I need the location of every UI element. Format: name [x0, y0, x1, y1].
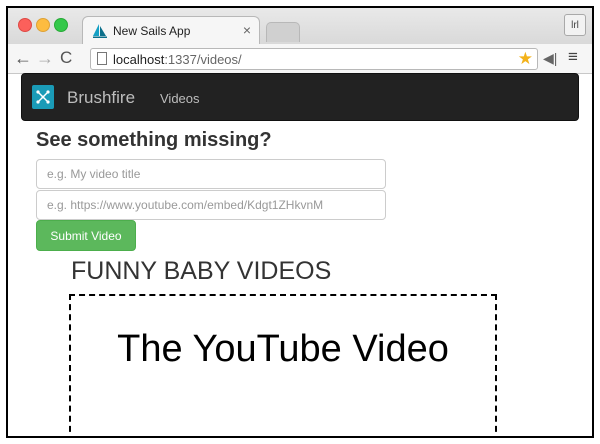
submit-video-button[interactable]: Submit Video — [36, 220, 136, 251]
browser-toolbar: ← → C localhost:1337/videos/ ★ ◀| ≡ — [8, 44, 592, 74]
address-bar[interactable]: localhost:1337/videos/ ★ — [90, 48, 538, 70]
profile-button[interactable]: lrl — [564, 14, 586, 36]
video-src-input[interactable] — [36, 190, 386, 220]
form-heading: See something missing? — [36, 129, 272, 151]
brand-link[interactable]: Brushfire — [67, 88, 135, 108]
title-bar: New Sails App × lrl — [8, 8, 592, 44]
back-arrow-icon[interactable]: ← — [14, 48, 32, 68]
tab-title: New Sails App — [113, 24, 191, 38]
site-navbar: Brushfire Videos — [21, 73, 579, 121]
forward-arrow-icon[interactable]: → — [36, 48, 54, 68]
page-icon — [97, 52, 107, 65]
url-text: localhost:1337/videos/ — [113, 52, 242, 67]
close-window-button[interactable] — [18, 18, 32, 32]
tab-close-icon[interactable]: × — [243, 22, 251, 38]
bookmark-star-icon[interactable]: ★ — [518, 49, 533, 69]
maximize-window-button[interactable] — [54, 18, 68, 32]
video-title-input[interactable] — [36, 159, 386, 189]
video-placeholder[interactable]: The YouTube Video — [69, 294, 497, 436]
speaker-icon[interactable]: ◀| — [543, 50, 557, 67]
browser-tab[interactable]: New Sails App × — [82, 16, 260, 44]
nav-link-videos[interactable]: Videos — [160, 91, 200, 106]
brushfire-logo-icon[interactable] — [32, 85, 54, 109]
new-tab-button[interactable] — [266, 22, 300, 42]
minimize-window-button[interactable] — [36, 18, 50, 32]
reload-icon[interactable]: C — [60, 48, 72, 68]
video-placeholder-label: The YouTube Video — [117, 328, 449, 370]
section-title: FUNNY BABY VIDEOS — [71, 257, 332, 285]
menu-icon[interactable]: ≡ — [568, 47, 578, 67]
sails-favicon-icon — [93, 24, 107, 38]
browser-window: New Sails App × lrl ← → C localhost:1337… — [6, 6, 594, 438]
